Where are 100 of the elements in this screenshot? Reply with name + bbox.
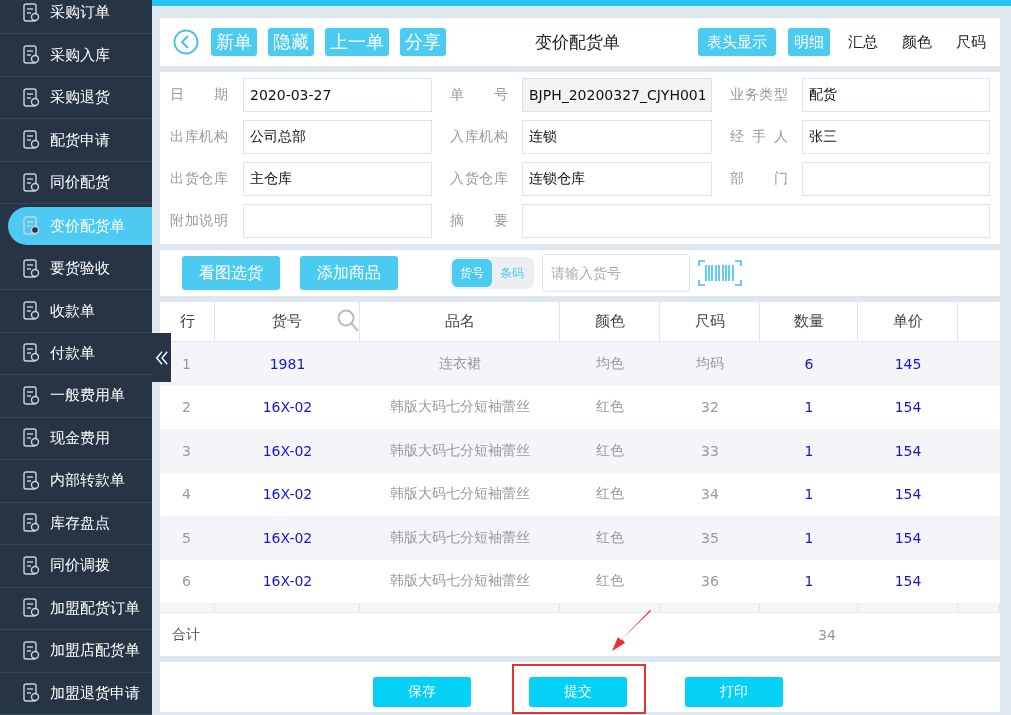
- table-cell-text: 均色: [595, 353, 625, 373]
- input-field[interactable]: 连锁仓库: [522, 162, 712, 196]
- table-cell-text: 16X-02: [261, 485, 314, 505]
- sidebar-item[interactable]: 加盟配货订单: [0, 587, 152, 631]
- table-row[interactable]: 6 16X-02 韩版大码七分短袖蕾丝 红色 36 1 154: [160, 559, 1000, 603]
- table-cell-text: 3: [181, 441, 192, 461]
- sidebar-item[interactable]: 采购退货: [0, 76, 152, 120]
- sidebar-item[interactable]: 加盟店配货单: [0, 630, 152, 673]
- table-row[interactable]: 4 16X-02 韩版大码七分短袖蕾丝 红色 34 1 154: [160, 472, 1000, 516]
- view-tab[interactable]: 颜色: [896, 28, 938, 56]
- annotation-arrow: [610, 610, 652, 652]
- field-label: 出货仓库: [170, 170, 228, 188]
- column-header: 单价: [858, 302, 958, 341]
- document-icon: [22, 258, 40, 279]
- table-cell-text: 34: [700, 485, 720, 505]
- input-field[interactable]: 主仓库: [243, 162, 432, 196]
- table-cell-text: 32: [700, 398, 720, 418]
- table-cell-text: 韩版大码七分短袖蕾丝: [389, 440, 531, 460]
- table-cell-text: 红色: [595, 440, 625, 460]
- double-chevron-icon: [155, 350, 168, 365]
- field-label: 附加说明: [170, 212, 228, 230]
- table-cell-text: 均码: [695, 353, 725, 373]
- input-field[interactable]: BJPH_20200327_CJYH001: [522, 78, 712, 112]
- field-label: 业务类型: [730, 86, 788, 104]
- sidebar-item[interactable]: 内部转款单: [0, 460, 152, 503]
- column-header: 数量: [760, 302, 858, 341]
- total-label: 合计: [171, 625, 201, 644]
- document-icon: [22, 45, 40, 66]
- sidebar-item[interactable]: 现金费用: [0, 417, 152, 461]
- input-field[interactable]: 2020-03-27: [243, 78, 432, 112]
- field-label: 摘要: [450, 212, 508, 230]
- table-cell-text: 韩版大码七分短袖蕾丝: [389, 571, 531, 591]
- table-cell-text: 1: [803, 441, 815, 461]
- table-cell-text: 红色: [595, 571, 625, 591]
- column-header: 品名: [360, 302, 560, 341]
- table-cell-text: 33: [700, 441, 720, 461]
- search-field[interactable]: 请输入货号: [542, 254, 690, 292]
- input-field[interactable]: 配货: [802, 78, 990, 112]
- back-button[interactable]: [173, 29, 199, 55]
- table-cell-text: 红色: [595, 484, 625, 504]
- table-cell-text: 1: [803, 572, 815, 592]
- sidebar-item[interactable]: 同价调拨: [0, 545, 152, 588]
- table-cell-text: 1: [803, 398, 815, 418]
- document-icon: [22, 87, 40, 108]
- column-header: 货号: [215, 302, 360, 341]
- table-cell-text: 4: [181, 485, 192, 505]
- document-icon: [22, 683, 40, 704]
- table-row[interactable]: 1 1981 连衣裙 均色 均码 6 145: [160, 342, 1000, 386]
- input-field[interactable]: 连锁: [522, 120, 712, 154]
- document-icon: [22, 343, 40, 364]
- table-cell-text: 5: [181, 528, 192, 548]
- table-cell-text: 154: [893, 572, 923, 592]
- column-header: 尺码: [660, 302, 760, 341]
- table-cell-text: 35: [700, 528, 720, 548]
- column-header: 颜色: [560, 302, 660, 341]
- table-row[interactable]: 2 16X-02 韩版大码七分短袖蕾丝 红色 32 1 154: [160, 385, 1000, 429]
- table-cell-text: 154: [893, 398, 923, 418]
- table-cell-text: 36: [700, 572, 720, 592]
- document-icon: [22, 470, 40, 491]
- collapse-button[interactable]: [152, 333, 171, 382]
- table-cell-text: 2: [181, 398, 192, 418]
- search-icon[interactable]: [337, 309, 359, 333]
- page-title: 变价配货单: [534, 30, 621, 54]
- sidebar-item[interactable]: 要货验收: [0, 247, 152, 291]
- view-tab[interactable]: 尺码: [950, 28, 992, 56]
- sidebar-item[interactable]: 加盟退货申请: [0, 672, 152, 715]
- table-cell-text: 韩版大码七分短袖蕾丝: [389, 527, 531, 547]
- column-header: 行: [160, 302, 215, 341]
- table-cell-text: 1: [803, 485, 815, 505]
- table-cell-text: 1981: [268, 354, 307, 374]
- document-icon: [22, 385, 40, 406]
- input-field[interactable]: [243, 204, 432, 238]
- sidebar-item[interactable]: 库存盘点: [0, 502, 152, 546]
- document-icon: [22, 172, 40, 193]
- sidebar-item[interactable]: 收款单: [0, 290, 152, 333]
- field-label: 入货仓库: [450, 170, 508, 188]
- field-label: 经手人: [730, 128, 788, 146]
- sidebar-item[interactable]: 同价配货: [0, 161, 152, 205]
- field-label: 入库机构: [450, 128, 508, 146]
- input-field[interactable]: 张三: [802, 120, 990, 154]
- input-field[interactable]: 公司总部: [243, 120, 432, 154]
- table-cell-text: 韩版大码七分短袖蕾丝: [389, 484, 531, 504]
- sidebar-item[interactable]: 一般费用单: [0, 375, 152, 418]
- field-label: 日期: [170, 86, 228, 104]
- input-field[interactable]: [802, 162, 990, 196]
- sidebar-item[interactable]: 采购订单: [0, 0, 152, 35]
- input-field[interactable]: [522, 204, 990, 238]
- table-row[interactable]: 5 16X-02 韩版大码七分短袖蕾丝 红色 35 1 154: [160, 516, 1000, 560]
- table-cell-text: 154: [893, 528, 923, 548]
- table-cell-text: 1: [181, 354, 192, 374]
- document-icon: [22, 216, 40, 237]
- field-label: 部门: [730, 170, 788, 188]
- document-icon: [22, 130, 40, 151]
- table-cell-text: 红色: [595, 527, 625, 547]
- view-tab[interactable]: 汇总: [842, 28, 884, 56]
- barcode-icon[interactable]: [698, 260, 742, 286]
- field-label: 单号: [450, 86, 508, 104]
- sidebar-item[interactable]: 配货申请: [0, 119, 152, 162]
- sidebar-item[interactable]: 采购入库: [0, 34, 152, 77]
- table-row[interactable]: 3 16X-02 韩版大码七分短袖蕾丝 红色 33 1 154: [160, 429, 1000, 473]
